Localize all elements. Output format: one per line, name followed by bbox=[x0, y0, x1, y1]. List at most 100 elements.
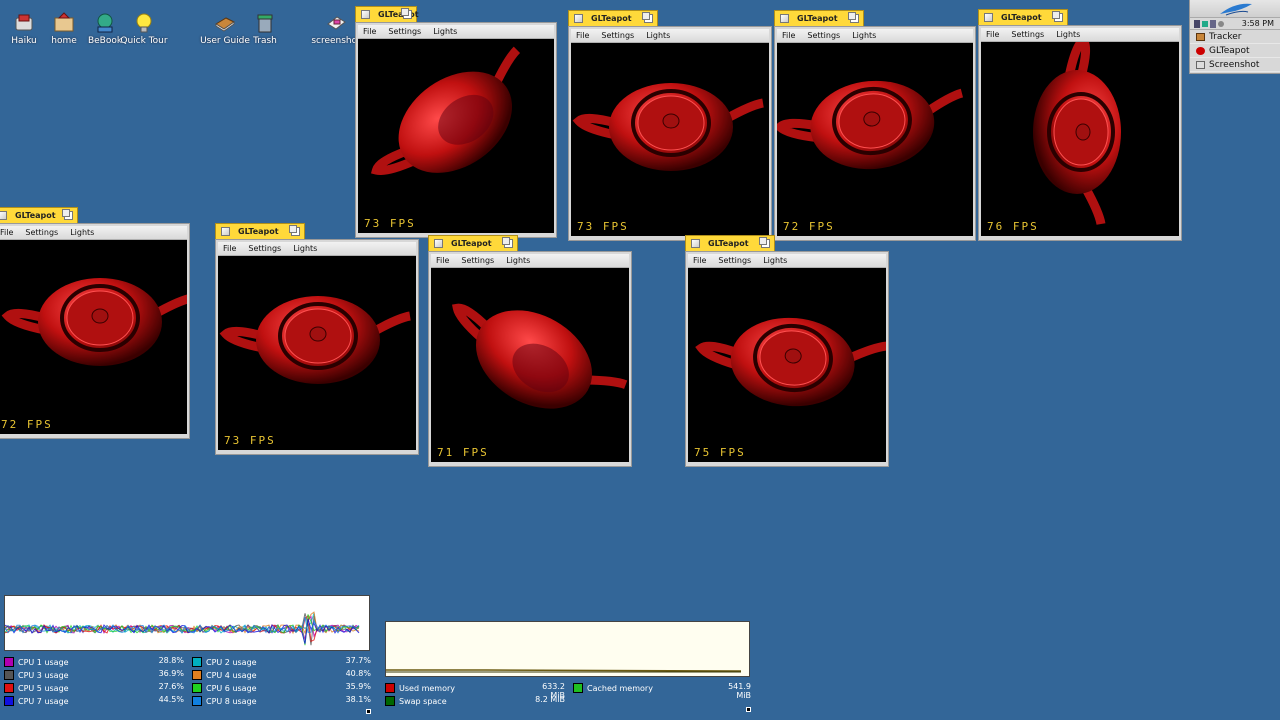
zoom-icon[interactable] bbox=[62, 209, 73, 220]
glteapot-window[interactable]: GLTeapot File Settings Lights bbox=[215, 223, 419, 455]
gl-viewport[interactable]: 71 FPS bbox=[431, 268, 629, 462]
cpu-legend-entry: CPU 1 usage bbox=[4, 656, 69, 668]
menu-file[interactable]: File bbox=[782, 31, 795, 40]
gl-viewport[interactable]: 72 FPS bbox=[777, 43, 973, 236]
menu-file[interactable]: File bbox=[986, 30, 999, 39]
deskbar: 3:58 PM Tracker GLTeapot Screenshot bbox=[1189, 0, 1280, 74]
menu-settings[interactable]: Settings bbox=[807, 31, 840, 40]
cpu-label: CPU 5 usage bbox=[18, 683, 69, 693]
cpu-label: CPU 3 usage bbox=[18, 670, 69, 680]
window-tab[interactable]: GLTeapot bbox=[355, 6, 419, 22]
menu-lights[interactable]: Lights bbox=[852, 31, 876, 40]
menu-settings[interactable]: Settings bbox=[601, 31, 634, 40]
haiku-disk-icon bbox=[13, 12, 35, 34]
gl-viewport[interactable]: 73 FPS bbox=[218, 256, 416, 450]
glteapot-window[interactable]: GLTeapot File Settings Lights bbox=[685, 235, 889, 467]
window-frame: File Settings Lights bbox=[215, 239, 419, 455]
book-icon bbox=[214, 12, 236, 34]
zoom-icon[interactable] bbox=[502, 237, 513, 248]
menu-file[interactable]: File bbox=[576, 31, 589, 40]
teapot-render bbox=[1, 278, 187, 366]
menu-settings[interactable]: Settings bbox=[718, 256, 751, 265]
gl-viewport[interactable]: 73 FPS bbox=[571, 43, 769, 236]
glteapot-window[interactable]: GLTeapot File Settings Lights bbox=[978, 9, 1182, 241]
menu-settings[interactable]: Settings bbox=[248, 244, 281, 253]
deskbar-leaf-menu[interactable] bbox=[1190, 0, 1280, 18]
glteapot-window[interactable]: GLTeapot File Settings Lights bbox=[0, 207, 190, 439]
menu-lights[interactable]: Lights bbox=[506, 256, 530, 265]
glteapot-window[interactable]: GLTeapot File Settings Lights bbox=[428, 235, 632, 467]
deskbar-item-screenshot[interactable]: Screenshot bbox=[1190, 58, 1280, 72]
teapot-render bbox=[1033, 42, 1121, 225]
menu-file[interactable]: File bbox=[693, 256, 706, 265]
close-icon[interactable] bbox=[434, 239, 443, 248]
screenshot-icon bbox=[1196, 60, 1205, 69]
deskbar-item-tracker[interactable]: Tracker bbox=[1190, 30, 1280, 44]
menu-lights[interactable]: Lights bbox=[433, 27, 457, 36]
zoom-icon[interactable] bbox=[848, 12, 859, 23]
fps-counter: 76 FPS bbox=[987, 220, 1039, 233]
legend-used-memory: Used memory bbox=[385, 682, 455, 694]
pulse-replicant-handle[interactable] bbox=[366, 709, 371, 714]
menu-settings[interactable]: Settings bbox=[388, 27, 421, 36]
zoom-icon[interactable] bbox=[759, 237, 770, 248]
desktop-icon-quick-tour[interactable]: Quick Tour bbox=[116, 12, 172, 46]
window-tab[interactable]: GLTeapot bbox=[978, 9, 1068, 25]
window-tab[interactable]: GLTeapot bbox=[774, 10, 864, 26]
gl-viewport[interactable]: 73 FPS bbox=[358, 39, 554, 233]
close-icon[interactable] bbox=[221, 227, 230, 236]
close-icon[interactable] bbox=[574, 14, 583, 23]
menu-lights[interactable]: Lights bbox=[763, 256, 787, 265]
gl-viewport[interactable]: 72 FPS bbox=[0, 240, 187, 434]
tray-icons[interactable] bbox=[1194, 20, 1224, 30]
menu-file[interactable]: File bbox=[363, 27, 376, 36]
fps-counter: 75 FPS bbox=[694, 446, 746, 459]
zoom-icon[interactable] bbox=[642, 12, 653, 23]
menu-settings[interactable]: Settings bbox=[1011, 30, 1044, 39]
glteapot-window[interactable]: GLTeapot File Settings Lights bbox=[355, 6, 557, 238]
haiku-leaf-icon bbox=[1220, 3, 1252, 16]
menu-file[interactable]: File bbox=[0, 228, 13, 237]
gl-viewport[interactable]: 75 FPS bbox=[688, 268, 886, 462]
glteapot-window[interactable]: GLTeapot File Settings Lights bbox=[774, 10, 976, 241]
menu-bar: File Settings Lights bbox=[571, 29, 769, 43]
cpu-color-swatch bbox=[4, 670, 14, 680]
gl-viewport[interactable]: 76 FPS bbox=[981, 42, 1179, 236]
menu-lights[interactable]: Lights bbox=[1056, 30, 1080, 39]
window-tab[interactable]: GLTeapot bbox=[0, 207, 78, 223]
window-tab[interactable]: GLTeapot bbox=[685, 235, 775, 251]
zoom-icon[interactable] bbox=[401, 8, 412, 19]
cached-memory-swatch bbox=[573, 683, 583, 693]
memory-legend: Used memory 633.2 MiB Cached memory 541.… bbox=[385, 682, 755, 712]
menu-file[interactable]: File bbox=[436, 256, 449, 265]
window-tab[interactable]: GLTeapot bbox=[428, 235, 518, 251]
menu-settings[interactable]: Settings bbox=[25, 228, 58, 237]
deskbar-item-label: Screenshot bbox=[1209, 59, 1260, 70]
zoom-icon[interactable] bbox=[289, 225, 300, 236]
menu-settings[interactable]: Settings bbox=[461, 256, 494, 265]
memory-replicant-handle[interactable] bbox=[746, 707, 751, 712]
close-icon[interactable] bbox=[780, 14, 789, 23]
window-tab[interactable]: GLTeapot bbox=[215, 223, 305, 239]
menu-lights[interactable]: Lights bbox=[646, 31, 670, 40]
glteapot-window[interactable]: GLTeapot File Settings Lights bbox=[568, 10, 772, 241]
cpu-label: CPU 8 usage bbox=[206, 696, 257, 706]
menu-lights[interactable]: Lights bbox=[70, 228, 94, 237]
cached-memory-label: Cached memory bbox=[587, 683, 653, 693]
close-icon[interactable] bbox=[0, 211, 7, 220]
window-tab[interactable]: GLTeapot bbox=[568, 10, 658, 26]
close-icon[interactable] bbox=[361, 10, 370, 19]
cpu-label: CPU 2 usage bbox=[206, 657, 257, 667]
close-icon[interactable] bbox=[984, 13, 993, 22]
fps-counter: 73 FPS bbox=[224, 434, 276, 447]
window-title: GLTeapot bbox=[238, 227, 279, 236]
menu-lights[interactable]: Lights bbox=[293, 244, 317, 253]
desktop-icon-trash[interactable]: Trash bbox=[237, 12, 293, 46]
menu-file[interactable]: File bbox=[223, 244, 236, 253]
cpu-value: 28.8% bbox=[158, 656, 184, 665]
close-icon[interactable] bbox=[691, 239, 700, 248]
cpu-value: 36.9% bbox=[158, 669, 184, 678]
zoom-icon[interactable] bbox=[1052, 11, 1063, 22]
deskbar-clock[interactable]: 3:58 PM bbox=[1242, 19, 1274, 28]
deskbar-item-glteapot[interactable]: GLTeapot bbox=[1190, 44, 1280, 58]
